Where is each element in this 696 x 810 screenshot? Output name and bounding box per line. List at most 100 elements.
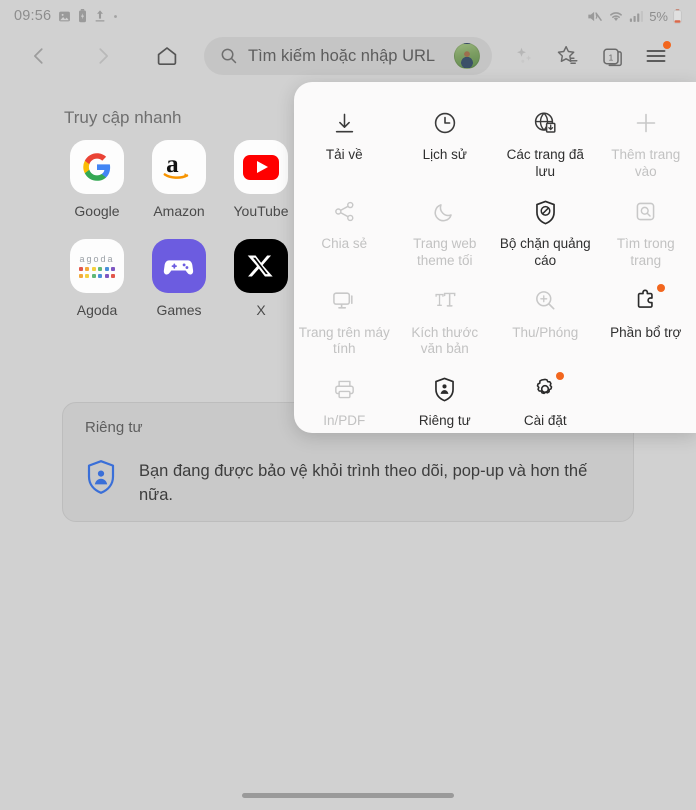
- menu-button[interactable]: [634, 35, 678, 77]
- signal-icon: [629, 9, 644, 23]
- moon-icon: [430, 197, 460, 227]
- battery-percent-label: 5%: [649, 8, 668, 24]
- forward-button[interactable]: [82, 35, 124, 77]
- menu-item-label: Bộ chặn quảng cáo: [499, 235, 591, 268]
- menu-item-history[interactable]: Lịch sử: [395, 98, 496, 187]
- menu-item-print-pdf[interactable]: In/PDF: [294, 364, 395, 436]
- status-bar: 09:56 5%: [0, 0, 696, 32]
- settings-badge: [556, 372, 565, 381]
- extensions-badge: [656, 283, 665, 292]
- menu-item-saved-pages[interactable]: Các trang đã lưu: [495, 98, 596, 187]
- shortcut-tile-amazon[interactable]: a Amazon: [138, 140, 220, 219]
- shortcut-label: Games: [156, 302, 202, 318]
- menu-item-desktop-site[interactable]: Trang trên máy tính: [294, 276, 395, 365]
- shortcut-tile-x[interactable]: X: [220, 239, 302, 318]
- menu-badge: [663, 41, 671, 49]
- back-button[interactable]: [18, 35, 60, 77]
- menu-item-downloads[interactable]: Tải về: [294, 98, 395, 187]
- youtube-icon: [234, 140, 288, 194]
- home-button[interactable]: [146, 35, 188, 77]
- shield-person-icon: [85, 459, 117, 495]
- status-bar-left: 09:56: [14, 8, 118, 24]
- menu-row: Trang trên máy tính Kích thước văn bản T…: [294, 276, 696, 365]
- battery-icon: [673, 8, 682, 24]
- menu-item-ad-blocker[interactable]: Bộ chặn quảng cáo: [495, 187, 596, 276]
- status-clock: 09:56: [14, 8, 52, 24]
- menu-item-text-size[interactable]: Kích thước văn bản: [395, 276, 496, 365]
- menu-item-label: Thêm trang vào: [611, 147, 681, 179]
- plus-icon: [631, 108, 661, 138]
- desktop-site-icon: [329, 286, 359, 316]
- menu-item-label: Trang web theme tối: [413, 235, 477, 268]
- agoda-icon: agoda: [70, 239, 124, 293]
- menu-item-label: Cài đặt: [523, 413, 567, 429]
- text-size-icon: [430, 286, 460, 316]
- gallery-icon: [58, 10, 71, 23]
- tab-count-label: 1: [608, 52, 613, 62]
- privacy-card-title: Riêng tư: [85, 419, 143, 436]
- shortcut-label: X: [256, 302, 266, 318]
- shortcut-label: Amazon: [153, 203, 205, 219]
- menu-item-label: Phần bổ trợ: [610, 324, 682, 340]
- x-icon: [234, 239, 288, 293]
- ad-block-icon: [530, 197, 560, 227]
- privacy-card-message: Bạn đang được bảo vệ khỏi trình theo dõi…: [139, 462, 588, 504]
- search-icon: [220, 47, 238, 65]
- menu-item-private[interactable]: Riêng tư: [395, 364, 496, 436]
- menu-item-extensions[interactable]: Phần bổ trợ: [596, 276, 696, 365]
- shortcut-tile-youtube[interactable]: YouTube: [220, 140, 302, 219]
- tabs-button[interactable]: 1: [590, 35, 634, 77]
- amazon-icon: a: [152, 140, 206, 194]
- privacy-card-body: Bạn đang được bảo vệ khỏi trình theo dõi…: [85, 459, 615, 508]
- quick-access-title: Truy cập nhanh: [64, 108, 182, 127]
- ai-assistant-button[interactable]: [502, 35, 546, 77]
- menu-item-label: Tìm trong trang: [616, 235, 675, 268]
- dot-icon: [113, 14, 118, 19]
- print-icon: [329, 374, 359, 404]
- menu-item-dark-theme-site[interactable]: Trang web theme tối: [395, 187, 496, 276]
- find-in-page-icon: [631, 197, 661, 227]
- download-icon: [329, 108, 359, 138]
- wifi-icon: [608, 9, 624, 23]
- shortcut-tile-google[interactable]: Google: [56, 140, 138, 219]
- shortcut-label: Agoda: [76, 302, 118, 318]
- menu-item-label: Lịch sử: [422, 147, 467, 162]
- menu-item-add-page-to[interactable]: Thêm trang vào: [596, 98, 696, 187]
- menu-item-find-in-page[interactable]: Tìm trong trang: [596, 187, 696, 276]
- url-input-placeholder[interactable]: Tìm kiếm hoặc nhập URL: [248, 47, 454, 66]
- menu-item-label: Kích thước văn bản: [411, 324, 479, 357]
- menu-item-label: Tải về: [325, 147, 363, 162]
- menu-item-label: Thu/Phóng: [512, 324, 579, 340]
- browser-toolbar: Tìm kiếm hoặc nhập URL 1: [0, 32, 696, 80]
- globe-save-icon: [530, 108, 560, 138]
- zoom-icon: [530, 286, 560, 316]
- menu-item-settings[interactable]: Cài đặt: [495, 364, 596, 436]
- youtube-play-badge: [243, 154, 279, 180]
- games-icon: [152, 239, 206, 293]
- google-icon: [70, 140, 124, 194]
- extensions-icon: [631, 283, 665, 316]
- shortcut-tile-games[interactable]: Games: [138, 239, 220, 318]
- browser-menu-panel: Tải về Lịch sử Các trang đã lưu Thêm tra…: [294, 82, 696, 433]
- menu-row: Chia sẻ Trang web theme tối Bộ chặn quản…: [294, 187, 696, 276]
- menu-item-label: Trang trên máy tính: [298, 324, 390, 357]
- mute-icon: [586, 9, 603, 24]
- menu-item-label: Riêng tư: [418, 413, 471, 429]
- gear-icon: [530, 372, 565, 404]
- shortcut-tile-agoda[interactable]: agoda Agoda: [56, 239, 138, 318]
- gesture-home-bar[interactable]: [242, 793, 454, 798]
- menu-row: Tải về Lịch sử Các trang đã lưu Thêm tra…: [294, 98, 696, 187]
- url-bar[interactable]: Tìm kiếm hoặc nhập URL: [204, 37, 492, 75]
- share-icon: [329, 197, 359, 227]
- menu-item-label: Chia sẻ: [321, 235, 368, 251]
- avatar[interactable]: [454, 43, 480, 69]
- menu-item-empty: [596, 364, 696, 436]
- bookmarks-button[interactable]: [546, 35, 590, 77]
- menu-item-zoom[interactable]: Thu/Phóng: [495, 276, 596, 365]
- menu-item-label: Các trang đã lưu: [506, 147, 584, 179]
- menu-item-label: In/PDF: [323, 413, 366, 429]
- shield-person-icon: [430, 374, 460, 404]
- shortcut-label: Google: [74, 203, 120, 219]
- menu-item-share[interactable]: Chia sẻ: [294, 187, 395, 276]
- menu-row: In/PDF Riêng tư Cài đặt: [294, 364, 696, 436]
